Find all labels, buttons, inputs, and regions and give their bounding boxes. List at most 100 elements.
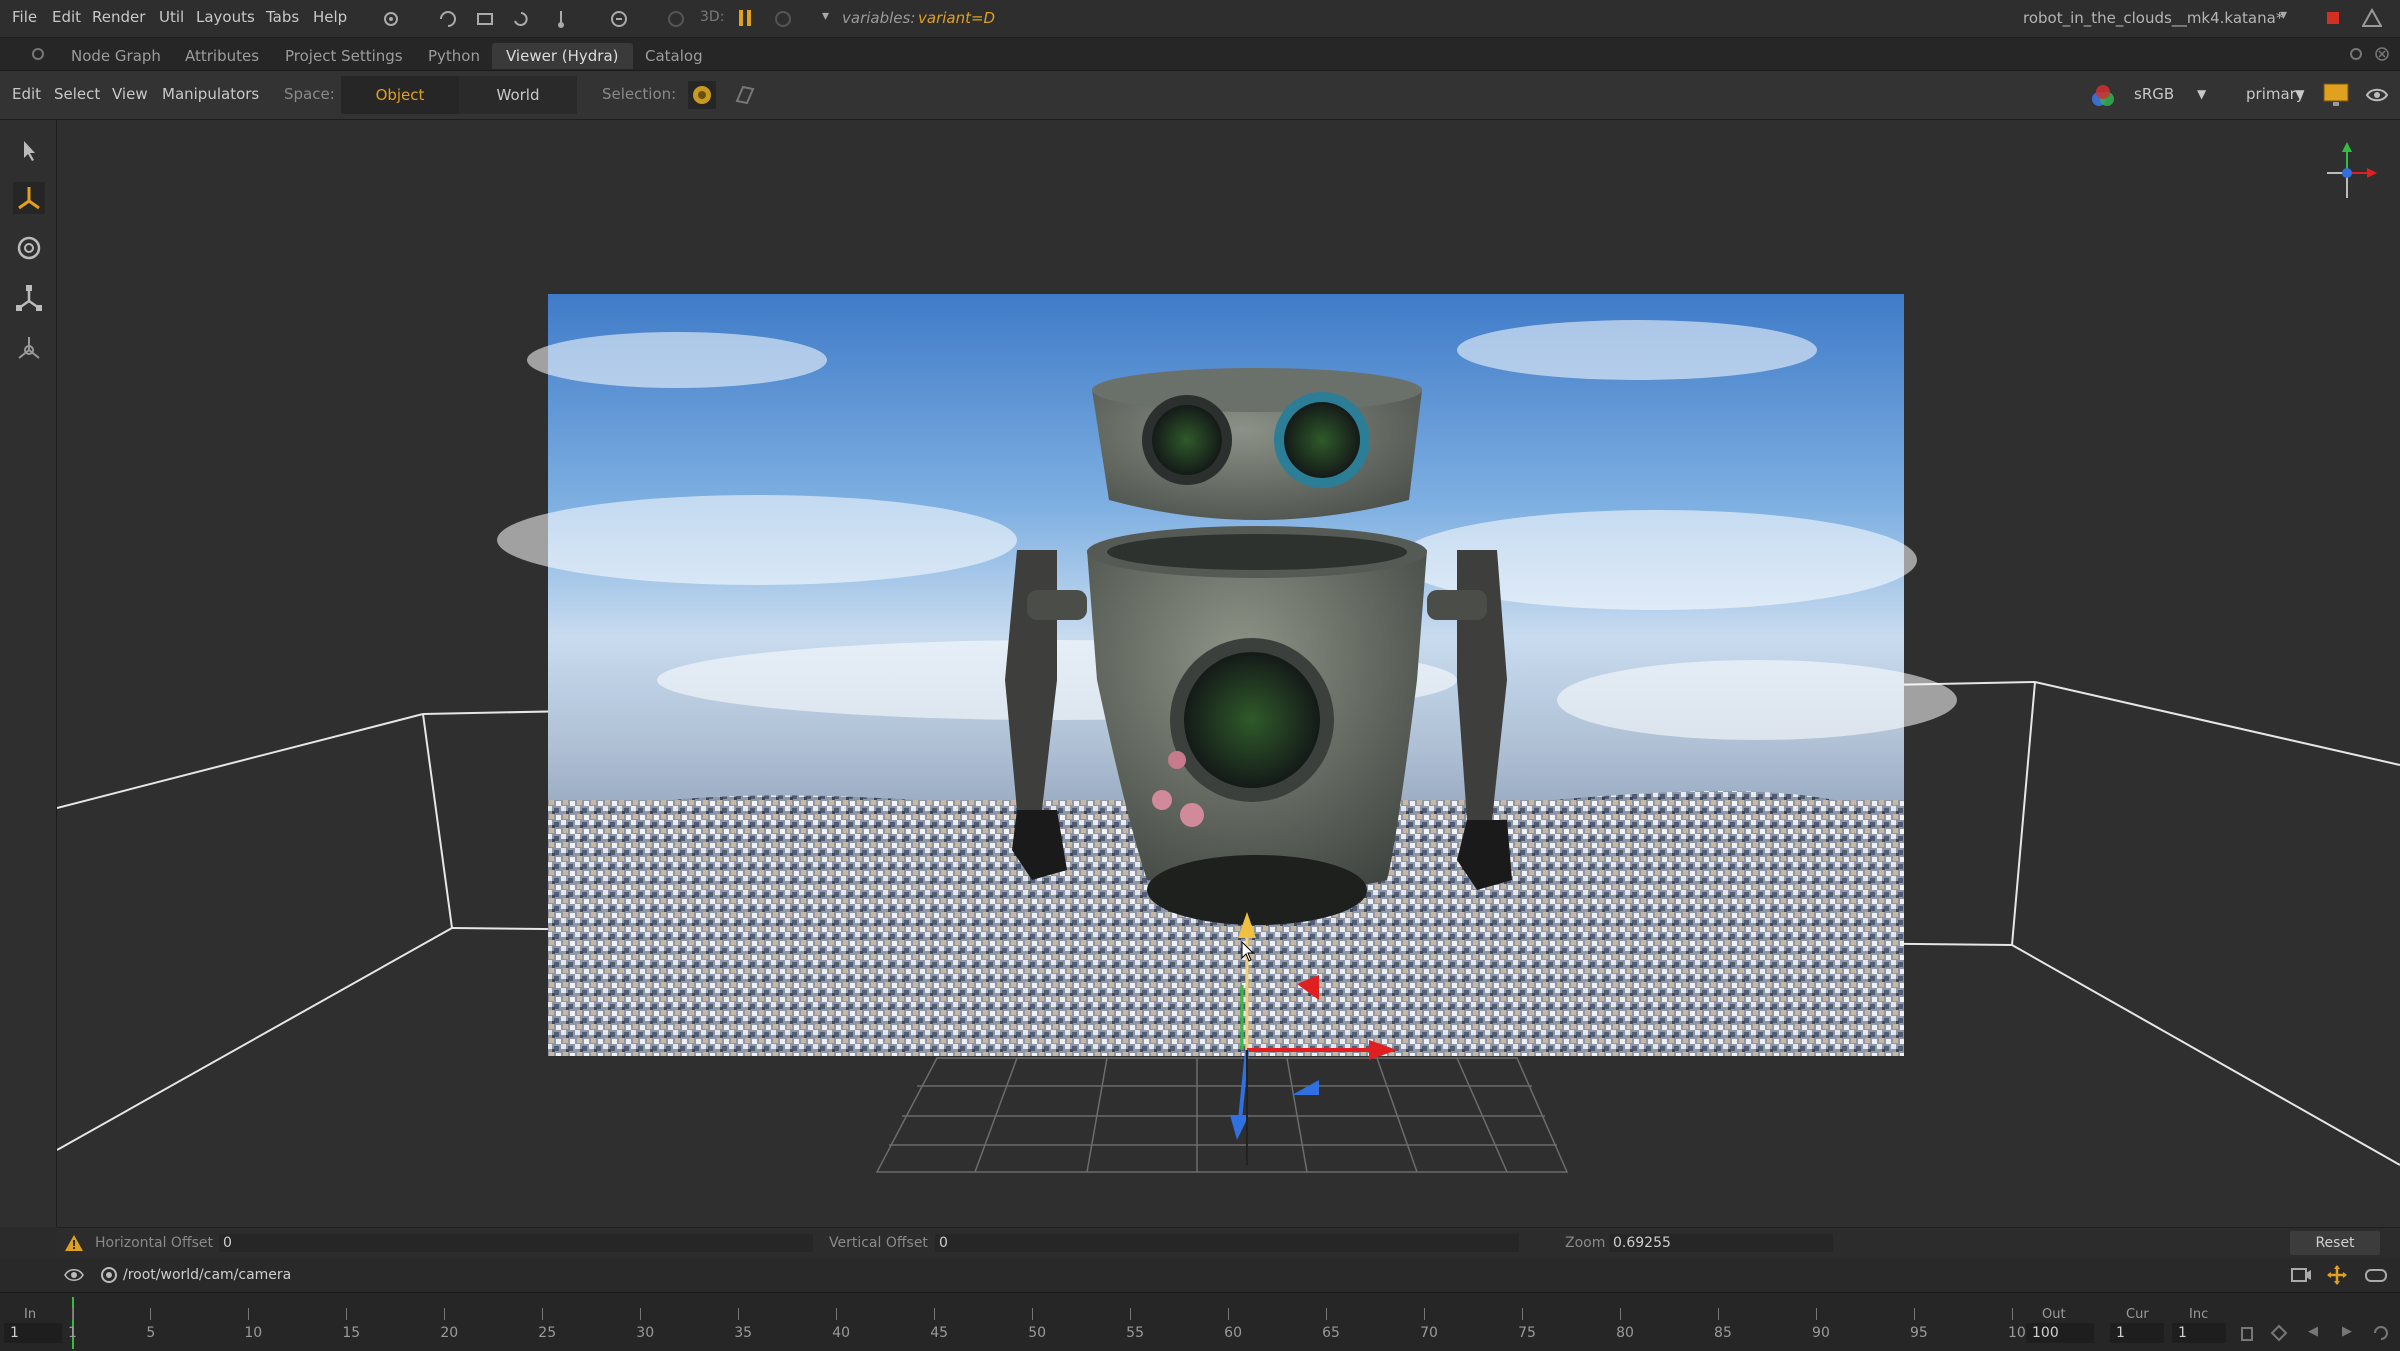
pane-close-icon[interactable] [2374,46,2390,62]
out-frame-field[interactable]: 100 [2026,1323,2094,1343]
timeline-tick-label: 65 [1322,1325,1340,1341]
disabled-render-icon [668,11,684,27]
timeline-tick [836,1308,838,1320]
rerender-icon[interactable] [510,8,532,30]
tab-node-graph[interactable]: Node Graph [57,43,175,69]
tab-attributes[interactable]: Attributes [171,43,273,69]
tab-python[interactable]: Python [414,43,494,69]
renderer-label: 3D: [700,9,725,25]
tool-shelf [0,120,57,1227]
viewport-3d[interactable] [57,120,2400,1227]
timeline-tick-label: 55 [1126,1325,1144,1341]
reset-button[interactable]: Reset [2290,1231,2380,1255]
tab-catalog[interactable]: Catalog [631,43,717,69]
viewer-menu-view[interactable]: View [112,85,148,103]
refresh-icon[interactable] [437,8,459,30]
menu-render[interactable]: Render [92,8,145,26]
timeline-tick-label: 5 [146,1325,156,1341]
warning-icon[interactable] [2362,8,2382,28]
display-dropdown-icon[interactable]: ▼ [2295,87,2304,101]
step-back-icon[interactable]: ◀ [2308,1324,2318,1339]
timeline-tick [738,1308,740,1320]
space-object-button[interactable]: Object [341,76,459,114]
space-world-button[interactable]: World [459,76,577,114]
menu-layouts[interactable]: Layouts [196,8,255,26]
camera-path[interactable]: /root/world/cam/camera [123,1267,291,1283]
camera-path-bar: /root/world/cam/camera [0,1258,2400,1292]
timeline-tick-label: 50 [1028,1325,1047,1341]
visibility-eye-icon[interactable] [64,1267,84,1283]
timeline-tick-label: 35 [734,1325,753,1341]
viewer-menu-edit[interactable]: Edit [12,85,41,103]
colorspace-dropdown-icon[interactable]: ▼ [2197,87,2206,101]
project-title: robot_in_the_clouds__mk4.katana* [2023,9,2284,27]
timeline-tick-label: 40 [832,1325,851,1341]
timeline-tick-label: 45 [930,1325,949,1341]
variables-dropdown-icon[interactable]: ▾ [822,8,829,24]
stop-render-icon[interactable] [2325,10,2341,26]
delete-key-icon[interactable] [2238,1324,2256,1342]
camera-view-icon[interactable] [2290,1265,2312,1285]
menu-file[interactable]: File [12,8,37,26]
pan-zoom-icon[interactable] [2326,1264,2348,1286]
menu-util[interactable]: Util [159,8,184,26]
viewer-menu-manipulators[interactable]: Manipulators [162,85,259,103]
zoom-label: Zoom [1565,1235,1606,1251]
keyframe-icon[interactable] [2270,1324,2288,1342]
thermometer-icon[interactable] [550,8,572,30]
gamepad-icon[interactable] [2364,1265,2388,1285]
timeline-tick-label: 10 [244,1325,263,1341]
rotate-tool-icon[interactable] [13,232,45,264]
tab-viewer-hydra[interactable]: Viewer (Hydra) [492,43,633,69]
display-monitor-icon[interactable] [2322,82,2350,108]
colorspace-select[interactable]: sRGB [2134,85,2174,103]
camera-tool-icon[interactable] [13,332,45,364]
current-frame-marker[interactable] [72,1297,74,1349]
color-wheel-icon[interactable] [2090,83,2116,109]
warning-triangle-icon [65,1235,83,1251]
timeline-tick [2012,1308,2013,1320]
timeline-tick [1130,1308,1132,1320]
timeline-tick-label: 60 [1224,1325,1242,1341]
step-forward-icon[interactable]: ▶ [2342,1324,2352,1339]
current-frame-field[interactable]: 1 [2110,1323,2164,1343]
settings-gear-icon[interactable] [380,8,402,30]
select-tool-icon[interactable] [13,134,45,166]
in-frame-field[interactable]: 1 [4,1323,62,1343]
timeline-bar: In 1 1 5 10 15 20 25 30 35 40 45 50 55 60 65 70 75 80 85 9… [0,1292,2400,1351]
timeline-ruler[interactable]: 1 5 10 15 20 25 30 35 40 45 50 55 60 65 70 75 80 85 90 95 10… [68,1293,2035,1351]
pane-float-icon[interactable] [2348,46,2364,62]
menu-help[interactable]: Help [313,8,347,26]
pause-icon[interactable] [738,9,752,27]
variables-value[interactable]: variant=D [918,9,995,27]
timeline-tick-label: 90 [1812,1325,1830,1341]
in-label: In [24,1307,37,1322]
scene-canvas[interactable] [57,120,2400,1227]
timeline-tick-label: 70 [1420,1325,1438,1341]
render-region-icon[interactable] [474,8,496,30]
tab-project-settings[interactable]: Project Settings [271,43,417,69]
loop-icon[interactable] [2372,1324,2390,1342]
timeline-tick [1816,1308,1818,1320]
camera-settings-icon[interactable] [2364,82,2390,108]
vertical-offset-field[interactable]: 0 [935,1234,1519,1252]
scale-tool-icon[interactable] [13,282,45,314]
viewer-menu-select[interactable]: Select [54,85,100,103]
increment-field[interactable]: 1 [2172,1323,2226,1343]
timeline-tick [1914,1308,1916,1320]
horizontal-offset-field[interactable]: 0 [219,1234,813,1252]
project-dropdown-icon[interactable]: ▾ [2280,7,2287,23]
out-label: Out [2042,1307,2066,1322]
vertical-offset-label: Vertical Offset [829,1235,928,1251]
live-render-icon[interactable] [608,8,630,30]
pane-menu-icon[interactable] [30,46,46,62]
selection-face-icon[interactable] [733,83,757,107]
menu-edit[interactable]: Edit [52,8,81,26]
translate-tool-icon[interactable] [13,182,45,214]
timeline-tick [72,1308,73,1320]
timeline-tick [1620,1308,1622,1320]
menu-tabs[interactable]: Tabs [266,8,299,26]
selection-object-icon[interactable] [688,81,716,109]
zoom-field[interactable]: 0.69255 [1609,1234,1833,1252]
menu-bar: File Edit Render Util Layouts Tabs Help … [0,0,2400,38]
